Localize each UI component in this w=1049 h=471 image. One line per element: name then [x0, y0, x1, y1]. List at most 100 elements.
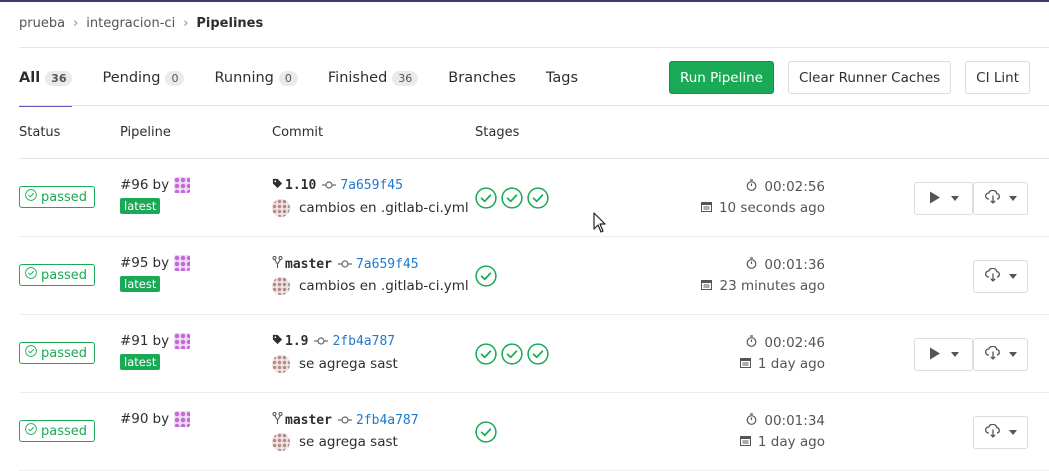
pipeline-link[interactable]: #96	[120, 177, 149, 193]
commit-title-link[interactable]: cambios en .gitlab-ci.yml	[299, 278, 469, 294]
tab-count-badge: 36	[45, 70, 73, 86]
stage-passed-icon[interactable]	[527, 187, 549, 209]
commit-sha-link[interactable]: 2fb4a787	[332, 334, 395, 349]
latest-badge: latest	[120, 198, 161, 214]
ref-name-link[interactable]: master	[285, 413, 332, 428]
commit-title-link[interactable]: se agrega sast	[299, 434, 398, 450]
ci-lint-button[interactable]: CI Lint	[965, 61, 1030, 94]
status-badge[interactable]: passed	[19, 264, 96, 286]
ref-name-link[interactable]: master	[285, 257, 332, 272]
tab-tags[interactable]: Tags	[546, 50, 578, 106]
ref-name-link[interactable]: 1.10	[285, 178, 316, 193]
breadcrumb: prueba › integracion-ci › Pipelines	[19, 16, 263, 31]
tab-running[interactable]: Running 0	[214, 50, 298, 106]
duration: 00:02:46	[746, 335, 825, 351]
user-avatar[interactable]	[174, 333, 191, 349]
pipeline-id: #91 by	[120, 333, 191, 349]
commit-message: cambios en .gitlab-ci.yml	[272, 277, 469, 295]
commit-sha-link[interactable]: 2fb4a787	[356, 413, 419, 428]
chevron-down-icon	[1008, 430, 1017, 435]
commit-ref: 1.10 7a659f45	[272, 178, 403, 193]
duration: 00:01:34	[746, 413, 825, 429]
commit-message: se agrega sast	[272, 355, 398, 373]
stage-passed-icon[interactable]	[527, 343, 549, 365]
artifacts-dropdown[interactable]	[973, 182, 1028, 215]
author-avatar[interactable]	[272, 355, 290, 373]
pipeline-link[interactable]: #95	[120, 255, 149, 271]
breadcrumb-separator: ›	[73, 16, 79, 31]
commit-message: cambios en .gitlab-ci.yml	[272, 199, 469, 217]
pipeline-actions: Run Pipeline Clear Runner Caches CI Lint	[668, 61, 1030, 94]
status-badge[interactable]: passed	[19, 342, 96, 364]
tab-count-badge: 0	[165, 70, 185, 86]
tab-pending[interactable]: Pending 0	[102, 50, 185, 106]
tab-finished[interactable]: Finished 36	[328, 50, 419, 106]
table-row: passed #96 by latest 1.10 7a659f45 cambi…	[0, 159, 1049, 237]
run-pipeline-button[interactable]: Run Pipeline	[668, 61, 774, 94]
commit-sha-link[interactable]: 7a659f45	[356, 257, 419, 272]
timer-icon	[746, 413, 764, 429]
tab-all[interactable]: All 36	[19, 50, 73, 107]
chevron-down-icon	[1008, 352, 1017, 357]
finished-at: 23 minutes ago	[701, 278, 825, 294]
commit-sha-link[interactable]: 7a659f45	[340, 178, 403, 193]
user-avatar[interactable]	[174, 411, 191, 427]
timer-icon	[746, 335, 764, 351]
duration: 00:01:36	[746, 257, 825, 273]
tag-icon	[272, 334, 283, 349]
stage-passed-icon[interactable]	[501, 187, 523, 209]
calendar-icon	[739, 356, 758, 372]
commit-title-link[interactable]: cambios en .gitlab-ci.yml	[299, 200, 469, 216]
stage-passed-icon[interactable]	[475, 187, 497, 209]
user-avatar[interactable]	[174, 177, 191, 193]
author-avatar[interactable]	[272, 277, 290, 295]
pipeline-by-label: by	[152, 333, 170, 349]
timer-icon	[746, 179, 764, 195]
calendar-icon	[701, 278, 719, 294]
artifacts-dropdown[interactable]	[973, 338, 1028, 371]
stage-passed-icon[interactable]	[475, 265, 497, 287]
status-badge[interactable]: passed	[19, 186, 96, 208]
finished-at: 1 day ago	[739, 434, 825, 450]
pipeline-by-label: by	[152, 177, 170, 193]
pipeline-link[interactable]: #90	[120, 411, 149, 427]
pipeline-link[interactable]: #91	[120, 333, 149, 349]
breadcrumb-current[interactable]: Pipelines	[196, 16, 263, 31]
commit-ref: 1.9 2fb4a787	[272, 334, 395, 349]
check-circle-icon	[25, 189, 41, 205]
status-badge[interactable]: passed	[19, 420, 96, 442]
stage-passed-icon[interactable]	[475, 343, 497, 365]
breadcrumb-separator: ›	[183, 16, 189, 31]
play-icon	[929, 189, 941, 208]
divider	[19, 47, 1049, 48]
manual-actions-dropdown[interactable]	[914, 182, 973, 215]
stage-passed-icon[interactable]	[475, 421, 497, 443]
clear-runner-caches-button[interactable]: Clear Runner Caches	[787, 61, 952, 94]
pipeline-id: #95 by	[120, 255, 191, 271]
tab-branches[interactable]: Branches	[448, 50, 516, 106]
breadcrumb-group[interactable]: prueba	[19, 16, 65, 31]
stages-list	[475, 421, 497, 443]
author-avatar[interactable]	[272, 433, 290, 451]
play-icon	[929, 345, 941, 364]
column-header-status: Status	[19, 125, 61, 140]
breadcrumb-project[interactable]: integracion-ci	[86, 16, 175, 31]
manual-actions-dropdown[interactable]	[914, 338, 973, 371]
latest-badge: latest	[120, 354, 161, 370]
stages-list	[475, 343, 549, 365]
artifacts-dropdown[interactable]	[973, 416, 1028, 449]
table-row: passed #95 by latest master 7a659f45 cam…	[0, 237, 1049, 315]
download-icon	[984, 423, 1001, 442]
pipeline-id: #90 by	[120, 411, 191, 427]
artifacts-dropdown[interactable]	[973, 260, 1028, 293]
mouse-cursor-icon	[593, 212, 606, 233]
column-header-pipeline: Pipeline	[120, 125, 171, 140]
author-avatar[interactable]	[272, 199, 290, 217]
ref-name-link[interactable]: 1.9	[285, 334, 308, 349]
user-avatar[interactable]	[174, 255, 191, 271]
commit-title-link[interactable]: se agrega sast	[299, 356, 398, 372]
commit-icon	[337, 257, 352, 272]
tag-icon	[272, 178, 283, 193]
stage-passed-icon[interactable]	[501, 343, 523, 365]
latest-badge: latest	[120, 276, 161, 292]
